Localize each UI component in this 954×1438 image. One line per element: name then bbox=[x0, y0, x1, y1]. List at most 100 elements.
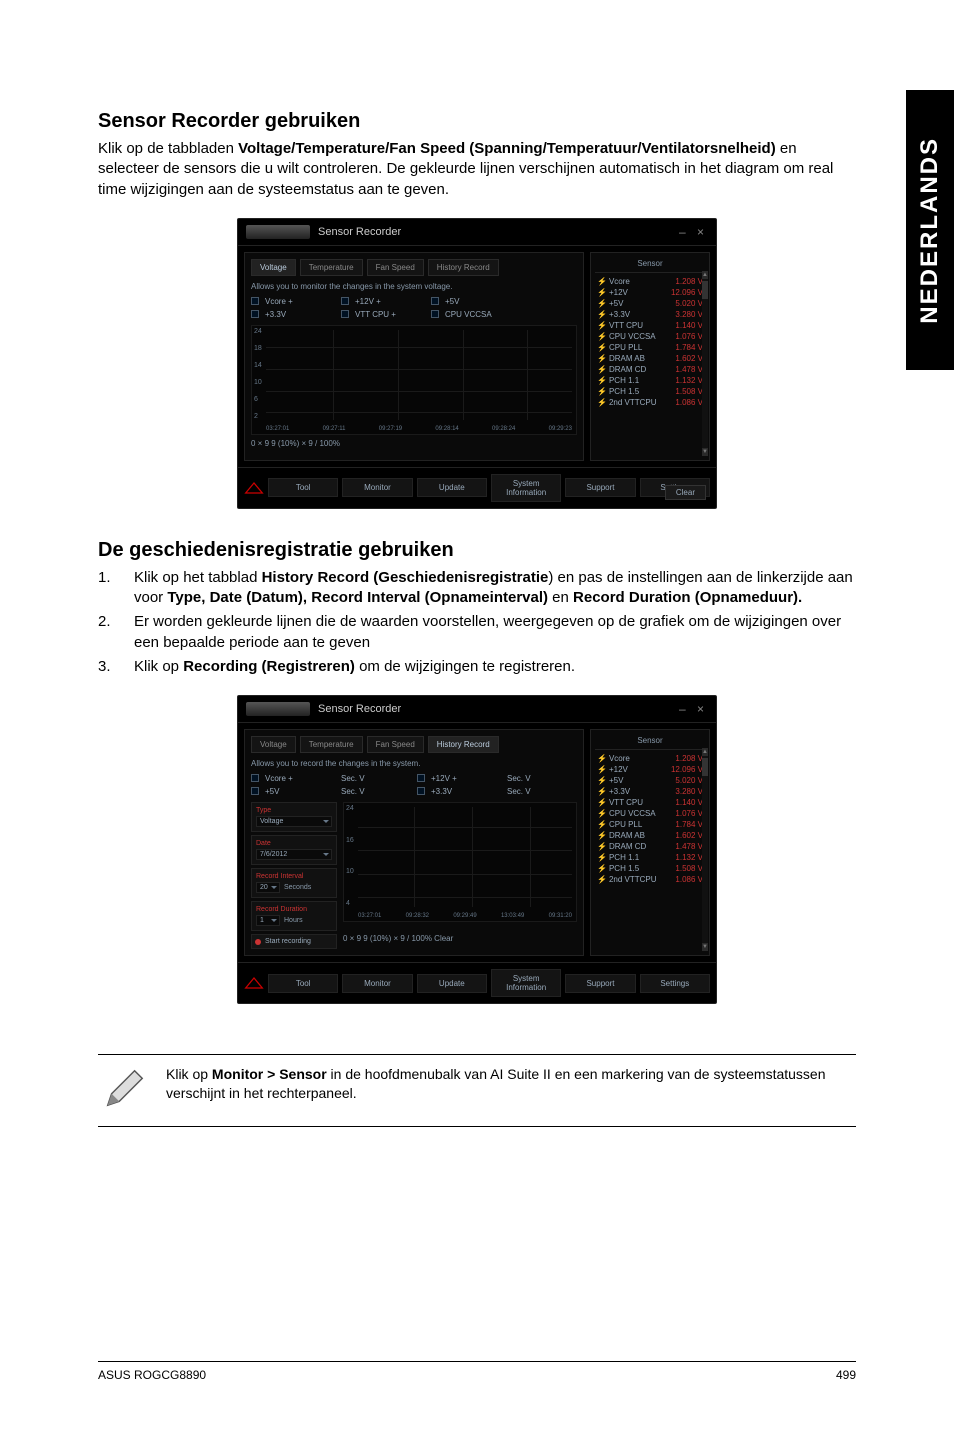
duration-value[interactable]: 1 bbox=[256, 915, 280, 926]
sensor-checkbox[interactable] bbox=[251, 774, 259, 782]
tab-temperature[interactable]: Temperature bbox=[300, 736, 363, 753]
lightning-icon: ⚡ bbox=[597, 332, 607, 341]
type-label: Type bbox=[256, 807, 332, 814]
footer-update-button[interactable]: Update bbox=[417, 974, 487, 993]
tab-history-record[interactable]: History Record bbox=[428, 259, 499, 276]
asus-logo-icon bbox=[244, 976, 264, 990]
history-controls: Type Voltage Date 7/6/2012 Record Interv… bbox=[251, 802, 337, 949]
list-item: ⚡PCH 1.11.132 V bbox=[595, 375, 705, 386]
date-select[interactable]: 7/6/2012 bbox=[256, 849, 332, 860]
footer-support-button[interactable]: Support bbox=[565, 974, 635, 993]
lightning-icon: ⚡ bbox=[597, 864, 607, 873]
note-callout: Klik op Monitor > Sensor in de hoofdmenu… bbox=[98, 1054, 856, 1127]
sensor-list: ⚡Vcore1.208 V ⚡+12V12.096 V ⚡+5V5.020 V … bbox=[595, 753, 705, 885]
sensor-name: Vcore + bbox=[265, 774, 335, 783]
scroll-up-icon[interactable]: ▲ bbox=[702, 748, 708, 756]
lightning-icon: ⚡ bbox=[597, 398, 607, 407]
tab-voltage[interactable]: Voltage bbox=[251, 736, 296, 753]
scroll-down-icon[interactable]: ▼ bbox=[702, 943, 708, 951]
titlebar: Sensor Recorder – × bbox=[238, 219, 716, 246]
list-item: 1. Klik op het tabblad History Record (G… bbox=[98, 568, 856, 609]
lightning-icon: ⚡ bbox=[597, 310, 607, 319]
sensor-checkbox[interactable] bbox=[251, 310, 259, 318]
start-recording-button[interactable]: Start recording bbox=[251, 934, 337, 949]
lightning-icon: ⚡ bbox=[597, 299, 607, 308]
sensor-checkbox[interactable] bbox=[341, 297, 349, 305]
type-select[interactable]: Voltage bbox=[256, 816, 332, 827]
section2-heading: De geschiedenisregistratie gebruiken bbox=[98, 539, 856, 562]
minimize-button[interactable]: – bbox=[679, 225, 690, 239]
sensor-unit: Sec. V bbox=[507, 774, 577, 783]
sensor-name: +5V bbox=[445, 297, 515, 306]
chart-scale-legend: 0 × 9 9 (10%) × 9 / 100% Clear bbox=[343, 934, 577, 943]
footer-monitor-button[interactable]: Monitor bbox=[342, 974, 412, 993]
scrollbar[interactable]: ▲ ▼ bbox=[702, 748, 708, 951]
sensor-checkbox[interactable] bbox=[431, 310, 439, 318]
tab-fan-speed[interactable]: Fan Speed bbox=[367, 736, 424, 753]
sensor-checkbox[interactable] bbox=[417, 787, 425, 795]
sensor-name: +3.3V bbox=[431, 787, 501, 796]
tab-temperature[interactable]: Temperature bbox=[300, 259, 363, 276]
rog-badge bbox=[246, 225, 310, 239]
footer-sysinfo-button[interactable]: System Information bbox=[491, 969, 561, 997]
footer-tool-button[interactable]: Tool bbox=[268, 974, 338, 993]
scroll-thumb[interactable] bbox=[702, 281, 708, 299]
tab-history-record[interactable]: History Record bbox=[428, 736, 499, 753]
tab-voltage[interactable]: Voltage bbox=[251, 259, 296, 276]
history-chart: 24 16 10 4 bbox=[343, 802, 577, 922]
app-footer: Tool Monitor Update System Information S… bbox=[238, 467, 716, 508]
list-item: ⚡+3.3V3.280 V bbox=[595, 309, 705, 320]
list-item: ⚡PCH 1.51.508 V bbox=[595, 386, 705, 397]
section1-heading: Sensor Recorder gebruiken bbox=[98, 110, 856, 133]
sensor-checkbox[interactable] bbox=[431, 297, 439, 305]
sensor-checkbox[interactable] bbox=[251, 297, 259, 305]
sensor-checkbox[interactable] bbox=[251, 787, 259, 795]
app-title: Sensor Recorder bbox=[318, 226, 401, 238]
list-item: ⚡CPU PLL1.784 V bbox=[595, 819, 705, 830]
sensor-side-panel: Sensor ⚡Vcore1.208 V ⚡+12V12.096 V ⚡+5V5… bbox=[590, 729, 710, 956]
duration-label: Record Duration bbox=[256, 906, 332, 913]
tabs-row: Voltage Temperature Fan Speed History Re… bbox=[251, 259, 577, 276]
minimize-button[interactable]: – bbox=[679, 702, 690, 716]
list-item: ⚡PCH 1.51.508 V bbox=[595, 863, 705, 874]
list-item: ⚡+3.3V3.280 V bbox=[595, 786, 705, 797]
sensor-name: +12V + bbox=[355, 297, 425, 306]
lightning-icon: ⚡ bbox=[597, 787, 607, 796]
scroll-up-icon[interactable]: ▲ bbox=[702, 271, 708, 279]
list-item: ⚡+5V5.020 V bbox=[595, 298, 705, 309]
interval-value[interactable]: 20 bbox=[256, 882, 280, 893]
footer-sysinfo-button[interactable]: System Information bbox=[491, 474, 561, 502]
section1-paragraph: Klik op de tabbladen Voltage/Temperature… bbox=[98, 139, 856, 200]
side-panel-header: Sensor bbox=[595, 734, 705, 750]
lightning-icon: ⚡ bbox=[597, 754, 607, 763]
sensor-checkbox[interactable] bbox=[341, 310, 349, 318]
lightning-icon: ⚡ bbox=[597, 809, 607, 818]
sensor-checkbox[interactable] bbox=[417, 774, 425, 782]
realtime-chart: 24 18 14 10 6 2 bbox=[251, 325, 577, 435]
list-item: ⚡PCH 1.11.132 V bbox=[595, 852, 705, 863]
footer-tool-button[interactable]: Tool bbox=[268, 478, 338, 497]
lightning-icon: ⚡ bbox=[597, 820, 607, 829]
list-item: ⚡CPU VCCSA1.076 V bbox=[595, 808, 705, 819]
sensor-list: ⚡Vcore1.208 V ⚡+12V12.096 V ⚡+5V5.020 V … bbox=[595, 276, 705, 408]
interval-label: Record Interval bbox=[256, 873, 332, 880]
interval-unit: Seconds bbox=[284, 884, 311, 891]
clear-button[interactable]: Clear bbox=[665, 485, 706, 500]
lightning-icon: ⚡ bbox=[597, 875, 607, 884]
close-button[interactable]: × bbox=[697, 225, 708, 239]
lightning-icon: ⚡ bbox=[597, 277, 607, 286]
footer-monitor-button[interactable]: Monitor bbox=[342, 478, 412, 497]
scroll-thumb[interactable] bbox=[702, 758, 708, 776]
scrollbar[interactable]: ▲ ▼ bbox=[702, 271, 708, 456]
footer-support-button[interactable]: Support bbox=[565, 478, 635, 497]
scroll-down-icon[interactable]: ▼ bbox=[702, 448, 708, 456]
list-item: ⚡DRAM CD1.478 V bbox=[595, 364, 705, 375]
tab-fan-speed[interactable]: Fan Speed bbox=[367, 259, 424, 276]
footer-settings-button[interactable]: Settings bbox=[640, 974, 710, 993]
tab-description: Allows you to record the changes in the … bbox=[251, 759, 577, 768]
list-item: ⚡2nd VTTCPU1.086 V bbox=[595, 397, 705, 408]
footer-update-button[interactable]: Update bbox=[417, 478, 487, 497]
lightning-icon: ⚡ bbox=[597, 798, 607, 807]
close-button[interactable]: × bbox=[697, 702, 708, 716]
page-footer: ASUS ROGCG8890 499 bbox=[98, 1361, 856, 1382]
